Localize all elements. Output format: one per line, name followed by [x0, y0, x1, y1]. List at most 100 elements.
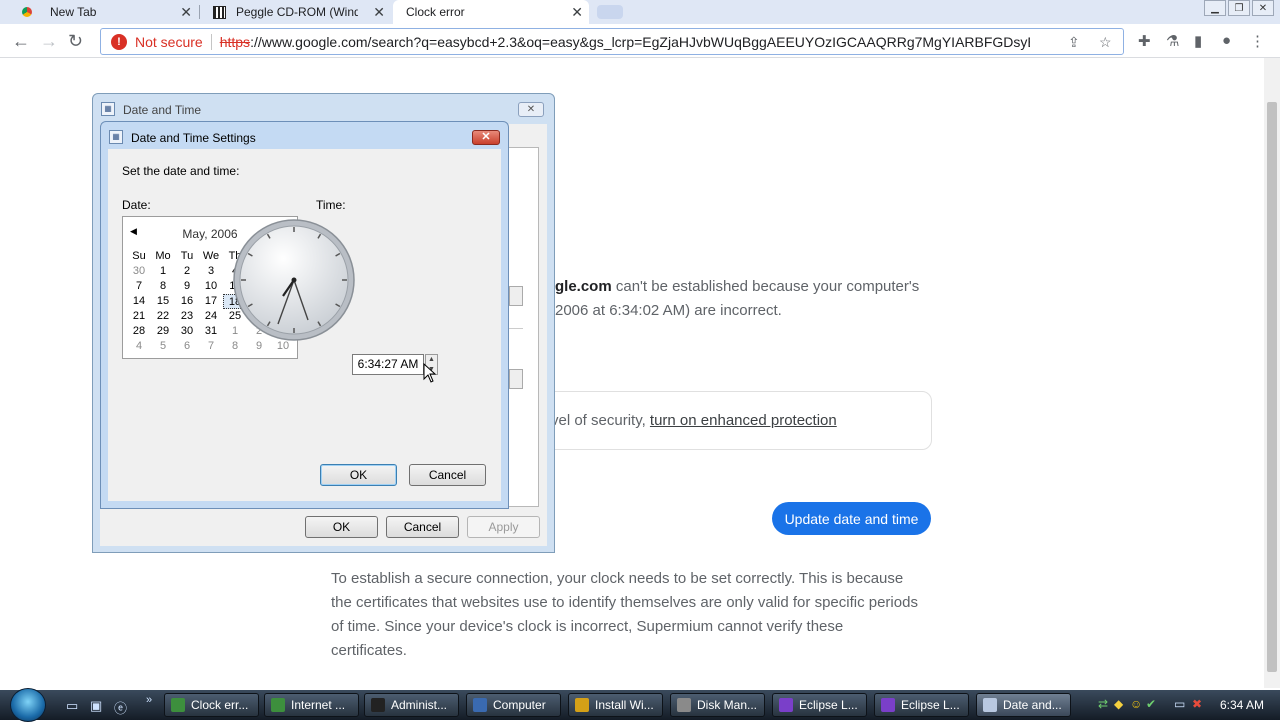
enhanced-protection-link[interactable]: turn on enhanced protection [650, 412, 837, 429]
calendar-day[interactable]: 15 [151, 294, 175, 309]
extensions-icon[interactable]: ✚ [1138, 32, 1151, 50]
mouse-cursor-icon [423, 363, 437, 383]
calendar-day[interactable]: 29 [151, 324, 175, 339]
taskbar-button-label: Computer [493, 698, 546, 712]
menu-icon[interactable]: ⋮ [1250, 32, 1265, 50]
labs-icon[interactable]: ⚗ [1166, 32, 1179, 50]
tab-clock-error[interactable]: Clock error ✕ [393, 0, 589, 24]
calendar-day[interactable]: 4 [127, 339, 151, 354]
tab-title: Peggle CD-ROM (Windo [236, 5, 358, 19]
calendar-day[interactable]: 3 [199, 264, 223, 279]
taskbar-button[interactable]: Eclipse L... [874, 693, 969, 717]
taskbar-button-label: Install Wi... [595, 698, 654, 712]
system-tray: ⇄ ◆ ☺ ✔ ▭ ✖ 6:34 AM [1090, 690, 1280, 720]
apply-button[interactable]: Apply [467, 516, 540, 538]
switch-windows-icon[interactable]: ▣ [90, 698, 102, 714]
weekday-header: We [202, 250, 220, 262]
taskbar-button[interactable]: Administ... [364, 693, 459, 717]
time-input[interactable]: 6:34:27 AM [352, 354, 424, 375]
calendar-day[interactable]: 24 [199, 309, 223, 324]
tab-peggle[interactable]: Peggle CD-ROM (Windo ✕ [205, 0, 391, 24]
calendar-day[interactable]: 5 [151, 339, 175, 354]
explanation-text: To establish a secure connection, your c… [331, 570, 918, 659]
calendar-day[interactable]: 10 [199, 279, 223, 294]
smiley-icon[interactable]: ☺ [1130, 697, 1142, 711]
calendar-day[interactable]: 2 [175, 264, 199, 279]
minimize-button[interactable]: ▁ [1204, 0, 1226, 16]
calendar-day[interactable]: 28 [127, 324, 151, 339]
calendar-day[interactable]: 30 [127, 264, 151, 279]
check-icon[interactable]: ✔ [1146, 697, 1156, 711]
calendar-day[interactable]: 14 [127, 294, 151, 309]
dialog-title[interactable]: Date and Time Settings [131, 131, 256, 145]
taskbar-button[interactable]: Date and... [976, 693, 1071, 717]
error-description-line1: gle.com can't be established because you… [555, 275, 935, 299]
calendar-day[interactable]: 9 [175, 279, 199, 294]
calendar-day[interactable]: 23 [175, 309, 199, 324]
display-icon[interactable]: ▭ [1174, 697, 1185, 711]
close-icon[interactable]: ✕ [571, 4, 583, 21]
internet-explorer-icon[interactable]: ⓔ [114, 698, 127, 717]
ok-button[interactable]: OK [320, 464, 397, 486]
tab-new-tab[interactable]: New Tab ✕ [12, 0, 198, 24]
back-arrow-icon[interactable]: ← [12, 31, 30, 52]
network-icon[interactable]: ⇄ [1098, 697, 1108, 711]
dialog-titlebar[interactable]: ▦ Date and Time ✕ [93, 94, 554, 124]
analog-clock [233, 219, 355, 341]
calendar-day[interactable]: 21 [127, 309, 151, 324]
start-button[interactable] [10, 688, 46, 722]
shield-icon[interactable]: ◆ [1114, 697, 1123, 711]
window-controls: ▁ ❐ ✕ [1204, 0, 1274, 18]
calendar-day[interactable]: 1 [151, 264, 175, 279]
calendar-day[interactable]: 6 [175, 339, 199, 354]
calendar-day[interactable]: 16 [175, 294, 199, 309]
cancel-button[interactable]: Cancel [409, 464, 486, 486]
close-icon[interactable]: ✕ [518, 102, 544, 117]
app-icon [677, 698, 691, 712]
show-desktop-icon[interactable]: ▭ [66, 698, 78, 714]
calendar-day[interactable]: 30 [175, 324, 199, 339]
calendar-day[interactable]: 31 [199, 324, 223, 339]
change-button-edge[interactable] [509, 369, 523, 389]
bookmark-star-icon[interactable]: ☆ [1099, 34, 1112, 51]
calendar-day[interactable]: 7 [199, 339, 223, 354]
volume-muted-icon[interactable]: ✖ [1192, 697, 1202, 711]
calendar-day[interactable]: 17 [199, 294, 223, 309]
tab-strip: New Tab ✕ Peggle CD-ROM (Windo ✕ Clock e… [0, 0, 1280, 24]
forward-arrow-icon[interactable]: → [40, 31, 58, 52]
calendar-day[interactable]: 7 [127, 279, 151, 294]
cancel-button[interactable]: Cancel [386, 516, 459, 538]
scrollbar[interactable] [1264, 58, 1280, 688]
chrome-icon [20, 5, 34, 19]
taskbar-button[interactable]: Install Wi... [568, 693, 663, 717]
taskbar-button[interactable]: Computer [466, 693, 561, 717]
scroll-thumb[interactable] [1267, 102, 1277, 672]
calendar-day[interactable]: 8 [151, 279, 175, 294]
taskbar-button[interactable]: Disk Man... [670, 693, 765, 717]
address-bar[interactable]: ! Not secure https ://www.google.com/sea… [100, 28, 1124, 55]
close-window-button[interactable]: ✕ [1252, 0, 1274, 16]
close-icon[interactable]: ✕ [472, 130, 500, 145]
change-button-edge[interactable] [509, 286, 523, 306]
share-icon[interactable]: ⇪ [1068, 34, 1080, 51]
taskbar-button[interactable]: Clock err... [164, 693, 259, 717]
not-secure-label[interactable]: Not secure [135, 34, 203, 50]
reload-icon[interactable]: ↻ [68, 31, 83, 52]
new-tab-button[interactable] [597, 5, 623, 19]
taskbar-button[interactable]: Eclipse L... [772, 693, 867, 717]
chevron-icon[interactable]: » [146, 694, 152, 706]
tab-title: Clock error [406, 5, 465, 19]
calendar-day[interactable]: 22 [151, 309, 175, 324]
side-panel-icon[interactable]: ▮ [1194, 32, 1202, 50]
date-label: Date: [122, 198, 151, 212]
update-date-time-button[interactable]: Update date and time [772, 502, 931, 535]
ok-button[interactable]: OK [305, 516, 378, 538]
taskbar-button-label: Internet ... [291, 698, 346, 712]
profile-icon[interactable]: ● [1222, 32, 1231, 49]
taskbar-clock[interactable]: 6:34 AM [1220, 698, 1264, 712]
restore-button[interactable]: ❐ [1228, 0, 1250, 16]
close-icon[interactable]: ✕ [180, 4, 192, 21]
taskbar-button[interactable]: Internet ... [264, 693, 359, 717]
close-icon[interactable]: ✕ [373, 4, 385, 21]
error-text: can't be established because your comput… [611, 278, 920, 295]
